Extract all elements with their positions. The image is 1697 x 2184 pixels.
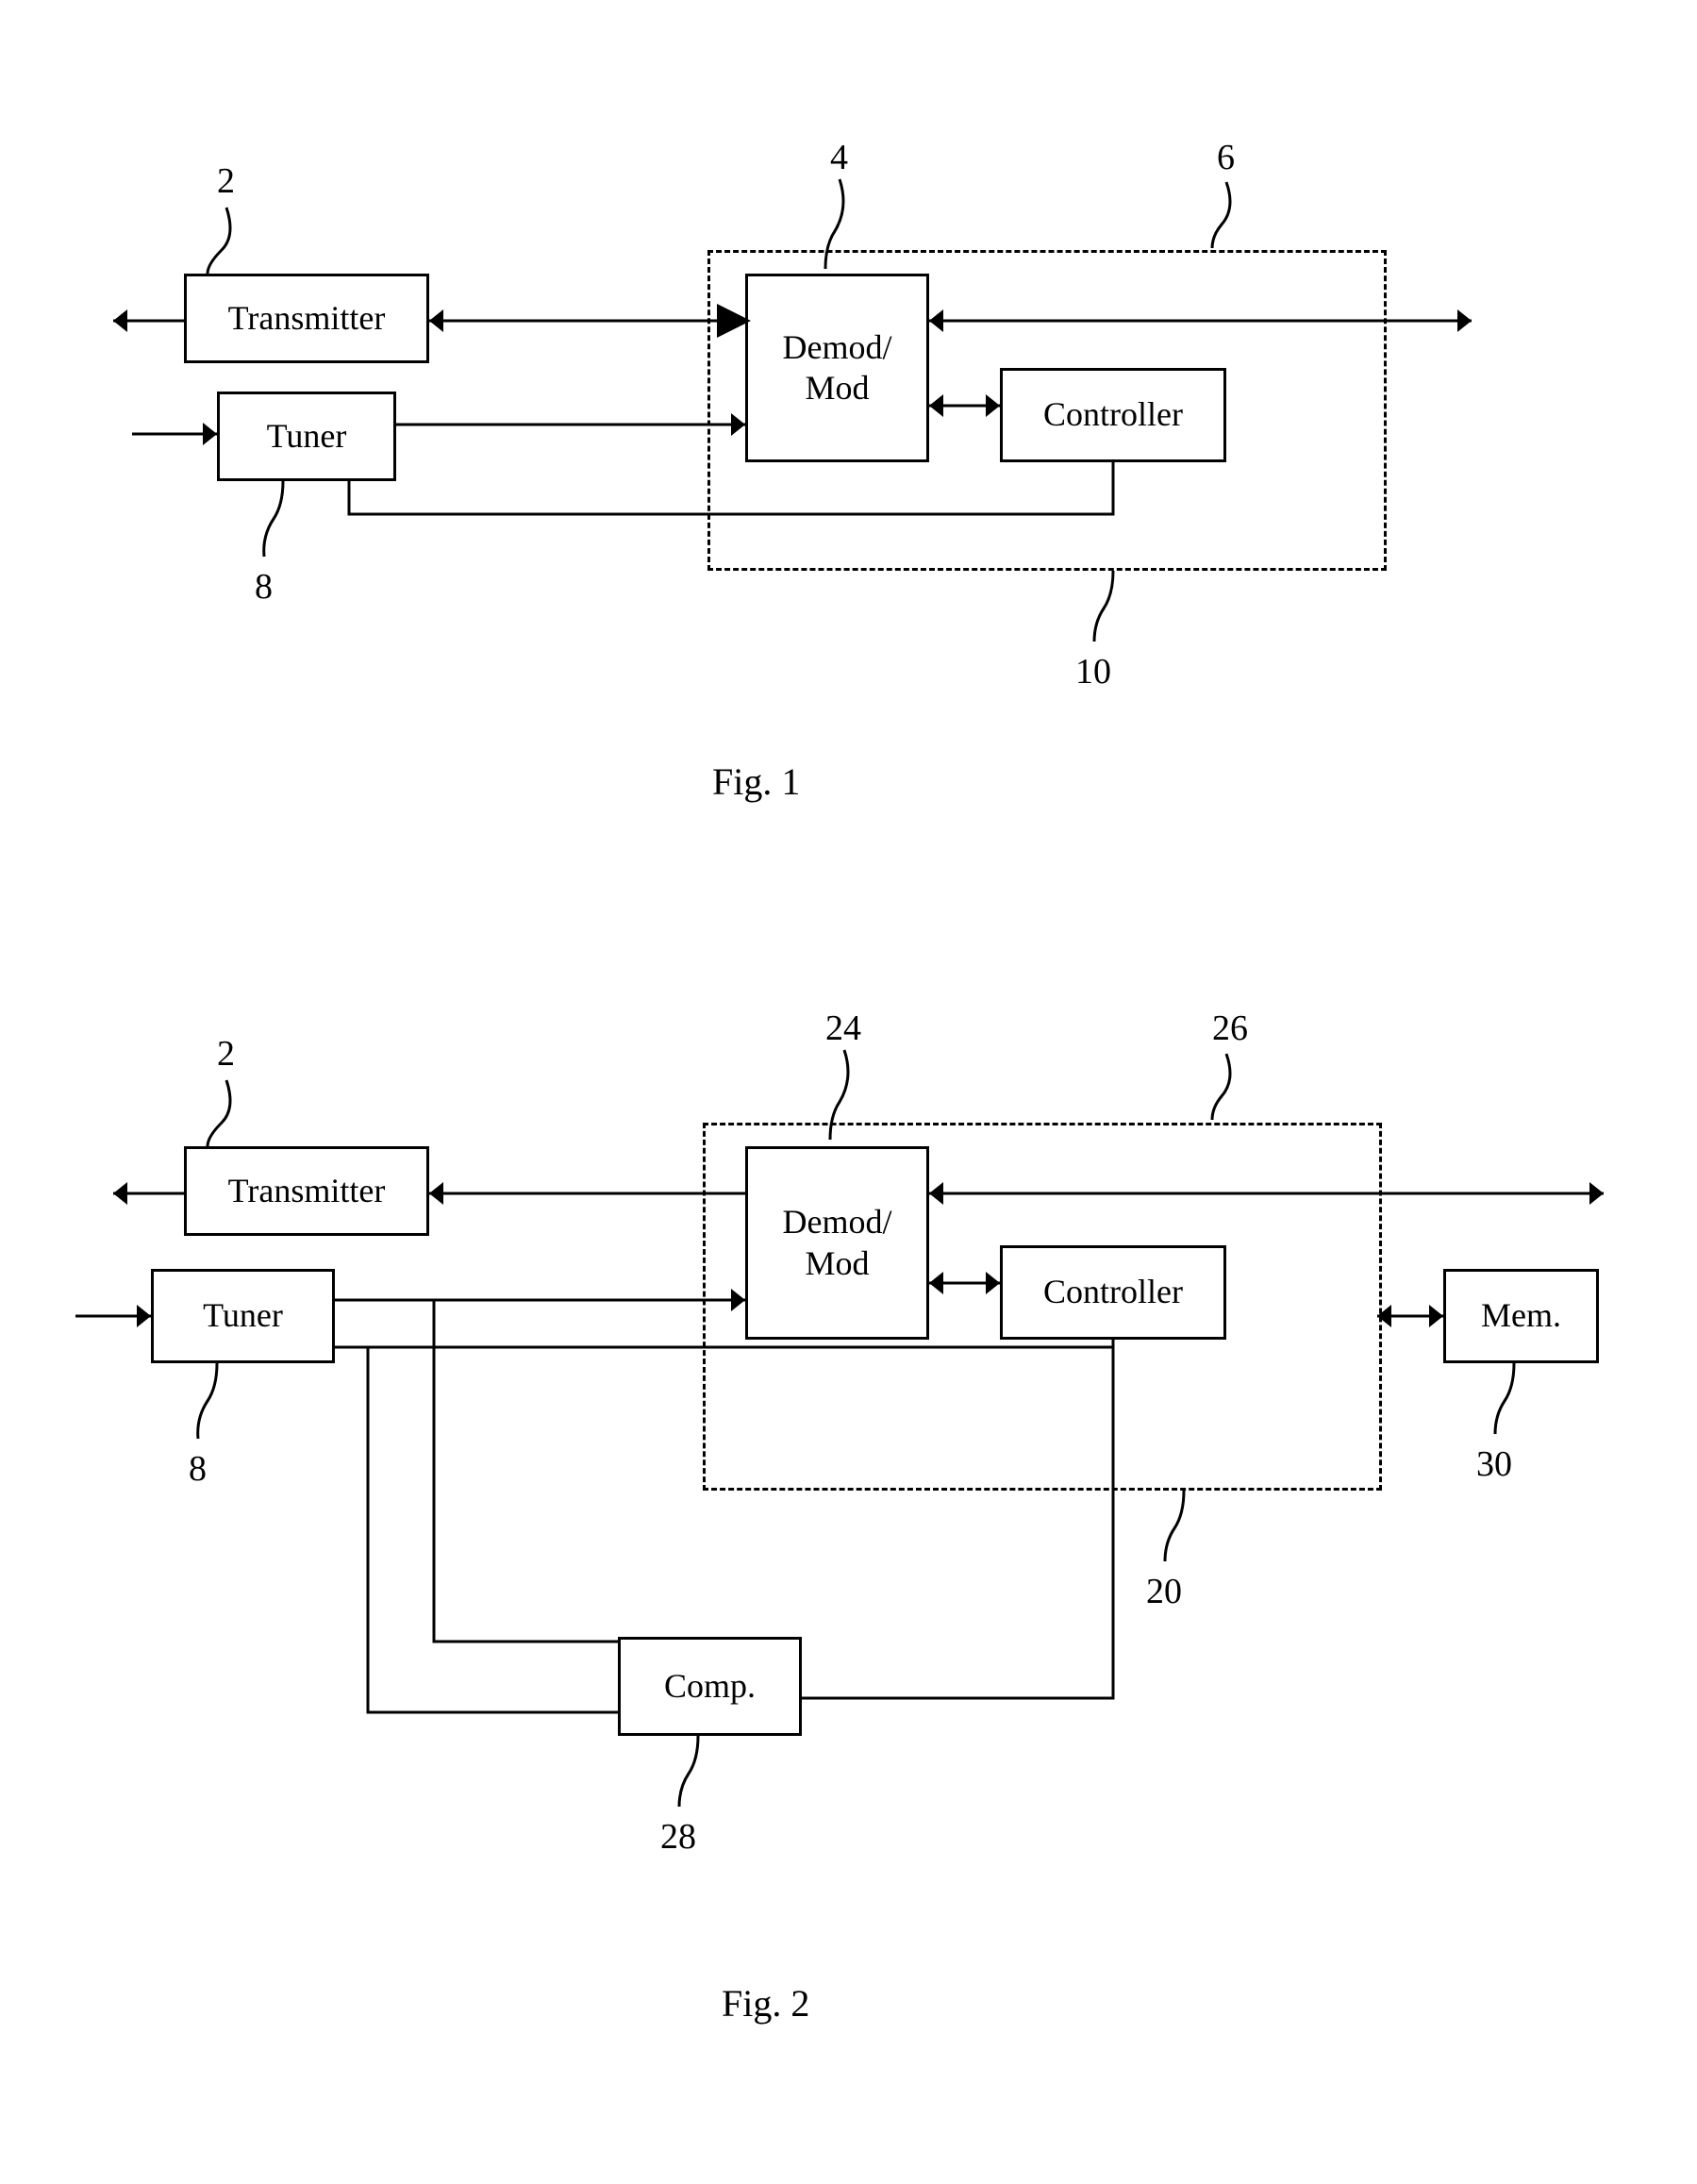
fig2-ref-20: 20 <box>1146 1571 1182 1612</box>
fig2-ref-8: 8 <box>189 1448 207 1490</box>
page: Transmitter Tuner Demod/ Mod Controller <box>0 0 1697 2184</box>
fig2-ref-2: 2 <box>217 1033 235 1075</box>
fig2-ref-30: 30 <box>1476 1443 1512 1485</box>
fig2-ref-28: 28 <box>660 1816 696 1858</box>
fig2-ref-26: 26 <box>1212 1008 1248 1049</box>
fig2-caption: Fig. 2 <box>722 1981 809 2026</box>
fig2-ref-24: 24 <box>825 1008 861 1049</box>
